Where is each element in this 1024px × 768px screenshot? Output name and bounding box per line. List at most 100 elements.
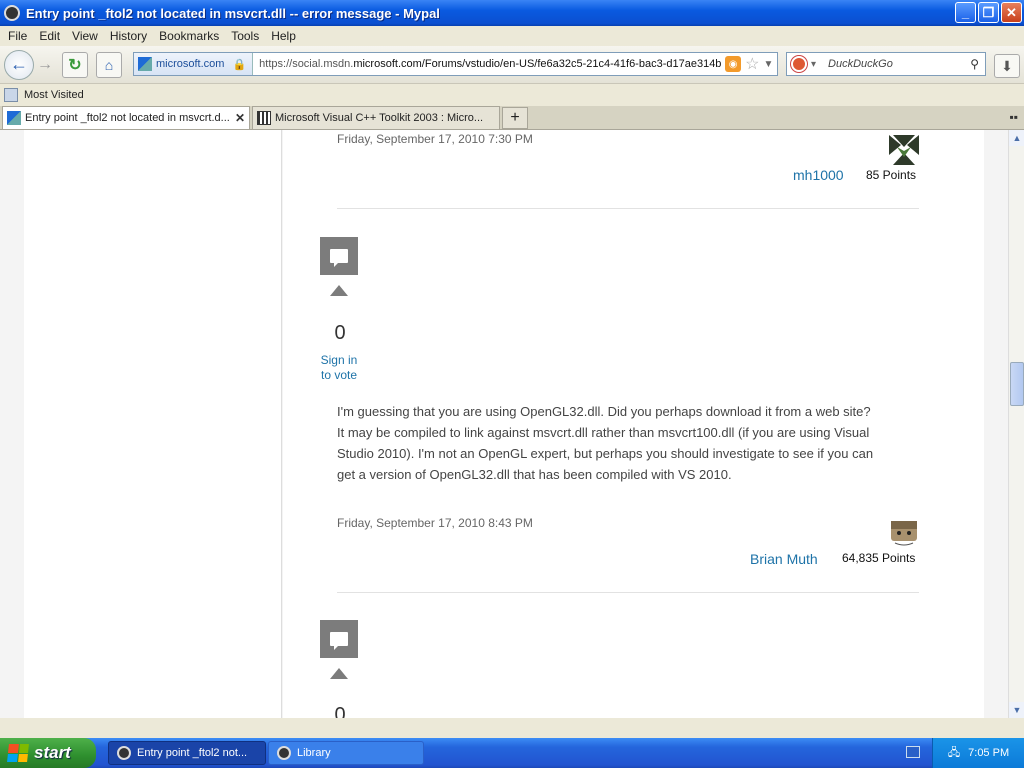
site-favicon-icon — [138, 57, 152, 71]
page-margin-left — [0, 130, 24, 718]
window-title: Entry point _ftol2 not located in msvcrt… — [26, 5, 440, 21]
minimize-button[interactable]: _ — [955, 2, 976, 23]
tab-label: Entry point _ftol2 not located in msvcrt… — [25, 112, 230, 124]
most-visited-folder[interactable]: Most Visited — [24, 89, 84, 101]
tab-list-icon[interactable]: ▪▪ — [1009, 110, 1018, 124]
page-margin-right — [984, 130, 1008, 718]
home-icon: ⌂ — [104, 56, 114, 73]
user-name-link[interactable]: mh1000 — [793, 167, 844, 183]
post-body-line: Studio 2010). I'm not an OpenGL expert, … — [337, 446, 874, 461]
rss-feed-icon[interactable]: ◉ — [725, 56, 742, 72]
mypal-icon — [277, 746, 291, 760]
site-label: microsoft.com — [156, 58, 225, 70]
restore-button[interactable]: ❐ — [978, 2, 999, 23]
taskbar-item-label: Entry point _ftol2 not... — [137, 747, 248, 759]
forward-arrow-icon: → — [37, 55, 53, 73]
tab-close-icon[interactable]: ✕ — [235, 111, 245, 125]
menu-tools[interactable]: Tools — [225, 29, 265, 43]
reload-icon: ↻ — [68, 56, 82, 74]
menu-file[interactable]: File — [2, 29, 33, 43]
search-engine-dropdown-icon[interactable]: ▾ — [811, 59, 816, 70]
browser-window: Entry point _ftol2 not located in msvcrt… — [0, 0, 1024, 768]
windows-flag-icon — [7, 744, 29, 762]
lock-icon: 🔒 — [232, 58, 247, 71]
scroll-up-icon[interactable]: ▲ — [1009, 130, 1024, 146]
taskbar-item-library[interactable]: Library — [268, 741, 424, 765]
msdn-tab-favicon-icon — [7, 111, 21, 125]
navigation-toolbar: ← → ↻ ⌂ microsoft.com 🔒 https://social.m… — [0, 46, 1024, 84]
tab-strip: Entry point _ftol2 not located in msvcrt… — [0, 106, 1024, 130]
page-content: Friday, September 17, 2010 7:30 PM mh100… — [0, 130, 1008, 718]
new-tab-button[interactable]: + — [502, 107, 528, 129]
post-divider — [337, 592, 919, 593]
sign-in-to-vote-link[interactable]: Sign in to vote — [309, 353, 369, 383]
vote-up-arrow-icon[interactable] — [330, 668, 348, 679]
scroll-down-icon[interactable]: ▼ — [1009, 702, 1024, 718]
menu-help[interactable]: Help — [265, 29, 302, 43]
url-domain: microsoft.com — [353, 58, 422, 70]
post-body: I'm guessing that you are using OpenGL32… — [337, 401, 917, 485]
vote-count: 0 — [334, 704, 346, 718]
clock[interactable]: 7:05 PM — [968, 747, 1009, 759]
search-box[interactable]: ▾ DuckDuckGo ⚲ — [786, 52, 986, 76]
user-avatar — [889, 517, 919, 547]
tab-entry-point[interactable]: Entry point _ftol2 not located in msvcrt… — [2, 106, 250, 129]
windows-taskbar: start Entry point _ftol2 not... Library … — [0, 738, 1024, 768]
menu-bar: File Edit View History Bookmarks Tools H… — [0, 26, 1024, 46]
site-identity-button[interactable]: microsoft.com 🔒 — [134, 53, 254, 75]
forum-sidebar — [24, 130, 282, 718]
bookmark-star-icon[interactable]: ☆ — [745, 54, 759, 74]
menu-history[interactable]: History — [104, 29, 153, 43]
url-bar[interactable]: microsoft.com 🔒 https://social.msdn.micr… — [133, 52, 778, 76]
search-icon[interactable]: ⚲ — [970, 57, 979, 71]
scrollbar-thumb[interactable] — [1010, 362, 1024, 406]
reload-button[interactable]: ↻ — [62, 51, 88, 78]
network-icon[interactable]: 🖧 — [948, 744, 960, 763]
post-timestamp: Friday, September 17, 2010 7:30 PM — [337, 132, 533, 146]
tab-visual-cpp-toolkit[interactable]: Microsoft Visual C++ Toolkit 2003 : Micr… — [252, 106, 500, 129]
bookmarks-toolbar: Most Visited — [0, 84, 1024, 106]
url-text[interactable]: https://social.msdn.microsoft.com/Forums… — [253, 58, 721, 70]
user-points: 64,835 Points — [842, 551, 916, 565]
menu-view[interactable]: View — [66, 29, 104, 43]
keyboard-layout-icon[interactable] — [906, 746, 920, 758]
user-avatar — [889, 135, 919, 165]
url-dropdown-icon[interactable]: ▼ — [764, 59, 774, 70]
post-timestamp: Friday, September 17, 2010 8:43 PM — [337, 516, 533, 530]
taskbar-item-label: Library — [297, 747, 331, 759]
user-points: 85 Points — [866, 168, 917, 182]
forward-button[interactable]: → — [34, 52, 56, 78]
start-button[interactable]: start — [0, 738, 96, 768]
vote-up-arrow-icon[interactable] — [330, 285, 348, 296]
reply-bubble-icon — [320, 237, 358, 275]
status-bar — [0, 718, 1024, 738]
taskbar-item-browser[interactable]: Entry point _ftol2 not... — [108, 741, 266, 765]
downloads-button[interactable]: ⬇ — [994, 54, 1020, 78]
post-body-line: I'm guessing that you are using OpenGL32… — [337, 404, 871, 419]
back-arrow-icon: ← — [10, 54, 28, 74]
menu-bookmarks[interactable]: Bookmarks — [153, 29, 225, 43]
to-vote-label: to vote — [320, 368, 358, 382]
home-button[interactable]: ⌂ — [96, 51, 122, 78]
title-bar: Entry point _ftol2 not located in msvcrt… — [0, 0, 1024, 26]
post-divider — [337, 208, 919, 209]
mypal-app-icon — [4, 5, 20, 21]
vote-count: 0 — [334, 322, 346, 344]
sign-in-label: Sign in — [320, 353, 358, 367]
user-name-link[interactable]: Brian Muth — [750, 551, 818, 567]
duckduckgo-icon[interactable] — [791, 56, 807, 72]
menu-edit[interactable]: Edit — [33, 29, 66, 43]
close-button[interactable]: ✕ — [1001, 2, 1022, 23]
start-label: start — [34, 743, 71, 762]
back-button[interactable]: ← — [4, 49, 34, 80]
post-body-line: It may be compiled to link against msvcr… — [337, 425, 870, 440]
reply-bubble-icon — [320, 620, 358, 658]
thread-main: Friday, September 17, 2010 7:30 PM mh100… — [283, 130, 984, 718]
library-tab-favicon-icon — [257, 111, 271, 125]
most-visited-icon — [4, 88, 18, 102]
download-arrow-icon: ⬇ — [1001, 57, 1013, 74]
url-prefix: https://social.msdn. — [259, 58, 354, 70]
post-body-line: get a version of OpenGL32.dll that has b… — [337, 467, 732, 482]
tab-label: Microsoft Visual C++ Toolkit 2003 : Micr… — [275, 112, 484, 124]
vertical-scrollbar[interactable]: ▲ ▼ — [1008, 130, 1024, 718]
